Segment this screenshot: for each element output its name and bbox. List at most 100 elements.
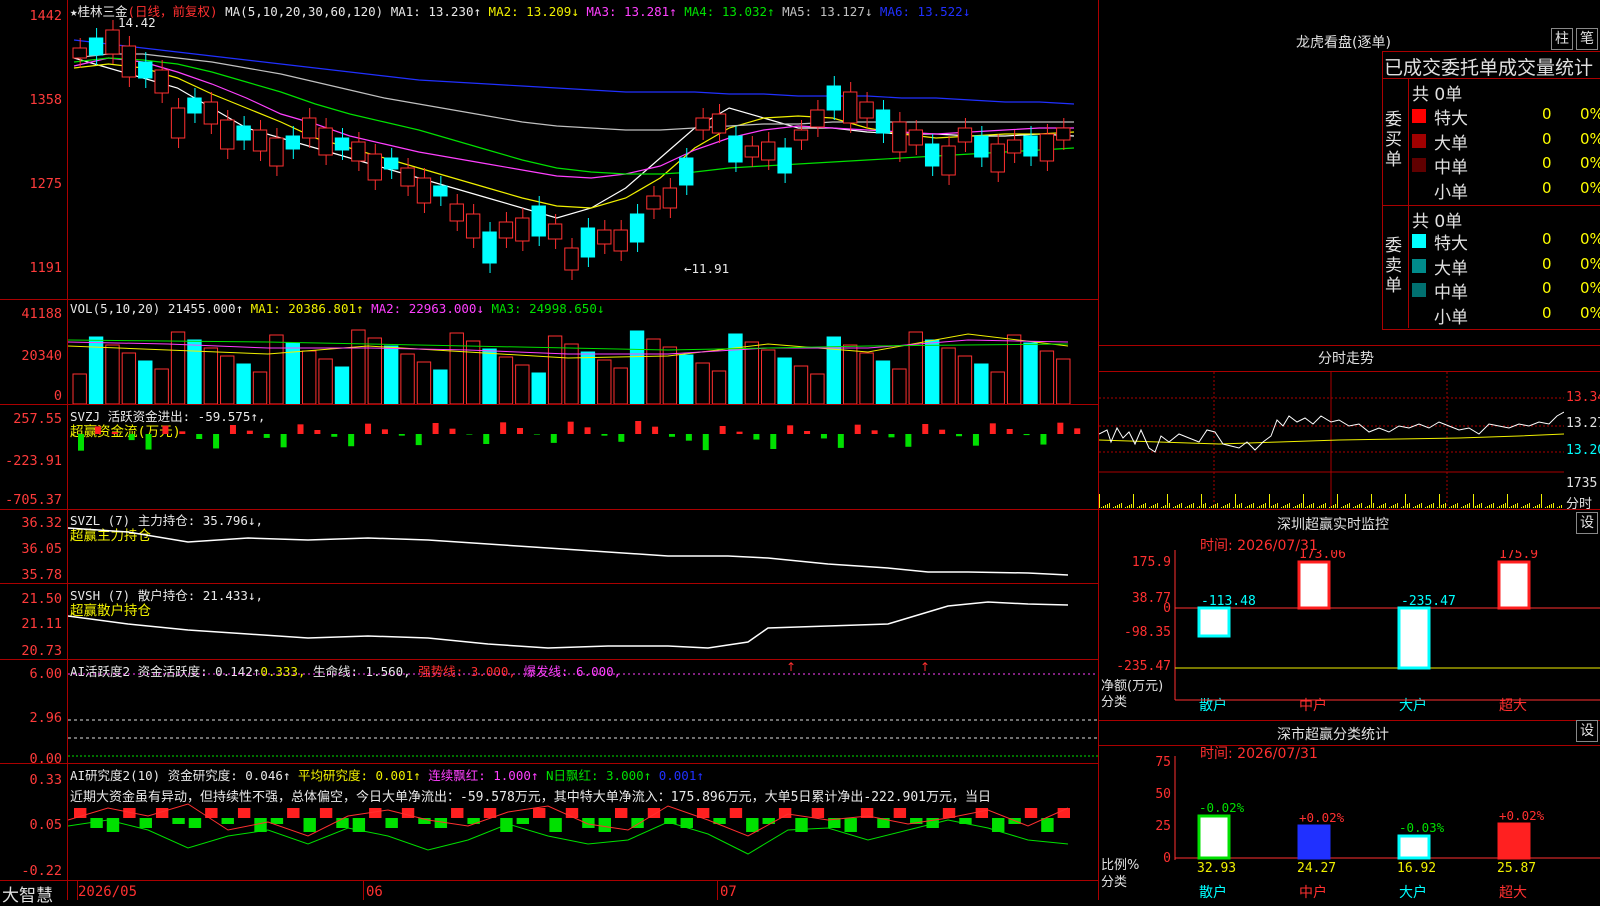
intraday-vol-bar: [1463, 506, 1464, 508]
sz-settings-button[interactable]: 设: [1576, 512, 1598, 534]
cls-chart[interactable]: 75 50 25 0 -0.02% 32.93 散户 +0.02% 24.27 中户 -0.03% 1…: [1099, 756, 1600, 900]
intraday-vol-bar: [1481, 503, 1482, 508]
intraday-vol-bar: [1145, 503, 1146, 508]
candle-body: [662, 187, 678, 209]
candle-body: [302, 117, 317, 139]
vol-tick: 20340: [21, 348, 62, 364]
ai2-header: AI研究度2(10) 资金研究度: 0.046↑ 平均研究度: 0.001↑ 连…: [70, 768, 704, 783]
intraday-vol-bar: [1261, 505, 1262, 508]
flow-bar: [939, 429, 946, 434]
intraday-vol-bar: [1153, 505, 1154, 508]
intraday-vol-bar: [1431, 504, 1432, 508]
intraday-vol-bar: [1389, 507, 1390, 508]
flow-bar: [449, 428, 456, 434]
candle-body: [597, 229, 612, 245]
volume-bar: [252, 371, 268, 404]
volume-bar: [859, 352, 874, 404]
sell-row: 中单 0 0%: [1412, 278, 1600, 303]
intraday-chart[interactable]: [1099, 372, 1564, 508]
intraday-vol-bar: [1177, 505, 1178, 508]
intraday-vol-bar: [1465, 505, 1466, 508]
flow-bar: [280, 434, 287, 448]
sz-bar: [1197, 606, 1231, 638]
volume-bar: [121, 352, 137, 404]
activity-chart[interactable]: ↑ ↑: [68, 660, 1098, 763]
research-bar: [172, 818, 185, 824]
candle-body: [351, 141, 366, 162]
tick-mode-button[interactable]: 笔: [1576, 28, 1598, 50]
color-swatch: [1412, 109, 1426, 123]
intraday-vol-bar: [1383, 504, 1384, 508]
row-count: 0: [1542, 178, 1552, 197]
retail-holding-chart[interactable]: [68, 586, 1098, 658]
candle-body: [908, 129, 923, 146]
intraday-vol-bar: [1205, 503, 1206, 508]
candle-body: [220, 119, 235, 150]
intraday-vol-bar: [1357, 505, 1358, 508]
candle-body: [728, 135, 743, 163]
intraday-vol-bar: [1353, 507, 1354, 508]
research-bar: [237, 808, 251, 818]
research-bar: [303, 818, 316, 832]
cls-settings-button[interactable]: 设: [1576, 720, 1598, 742]
intraday-vol-bar: [1439, 494, 1440, 508]
intraday-vol-bar: [1179, 504, 1180, 508]
dragon-tiger-title: 龙虎看盘(逐单): [1296, 35, 1391, 51]
candle-body: [892, 121, 907, 153]
cls-change: +0.02%: [1299, 810, 1345, 825]
intraday-vol-bar: [1175, 506, 1176, 508]
intraday-vol-bar: [1251, 504, 1252, 508]
sz-tick: -98.35: [1124, 625, 1171, 640]
flow-bar: [668, 434, 675, 437]
intraday-vol-bar: [1313, 503, 1314, 508]
research-bar: [893, 808, 907, 818]
ma-line: [73, 53, 1074, 131]
buy-row: 特大 0 0%: [1412, 104, 1600, 129]
flow-bar: [381, 429, 388, 434]
flow-bar: [770, 434, 777, 449]
candle-body: [88, 37, 104, 56]
research-chart[interactable]: [68, 800, 1098, 880]
intraday-vol-bar: [1305, 507, 1306, 508]
row-percent: 0%: [1580, 279, 1600, 297]
intraday-vol-bar: [1139, 506, 1140, 508]
fund-flow-chart[interactable]: [68, 406, 1098, 508]
divider: [363, 880, 364, 900]
volume-bar: [170, 331, 186, 404]
color-swatch: [1412, 283, 1426, 297]
bar-mode-button[interactable]: 柱: [1551, 28, 1573, 50]
sz-monitor-chart[interactable]: 175.938.770-98.35-235.47-113.48173.06-23…: [1099, 550, 1600, 722]
intraday-vol-bar: [1397, 503, 1398, 508]
sell-row: 大单 0 0%: [1412, 254, 1600, 279]
flow-bar: [365, 423, 372, 434]
divider: [717, 880, 718, 900]
candle-body: [515, 217, 530, 242]
divider: [1098, 345, 1600, 346]
flow-bar: [94, 426, 101, 434]
intraday-vol-bar: [1417, 505, 1418, 508]
intraday-vol-bar: [1441, 505, 1442, 508]
color-swatch: [1412, 234, 1426, 248]
volume-chart[interactable]: [68, 316, 1098, 404]
intraday-vol-bar: [1229, 503, 1230, 508]
intraday-vol-bar: [1293, 507, 1294, 508]
candle-body: [810, 109, 825, 128]
cls-bar: [1397, 834, 1431, 860]
research-bar: [336, 818, 349, 828]
row-name: 特大: [1434, 234, 1468, 254]
volume-bar: [351, 329, 366, 404]
intraday-vol-bar: [1319, 506, 1320, 508]
research-bar: [385, 818, 398, 828]
intraday-tick: 13.34: [1566, 390, 1600, 405]
flow-bar: [719, 426, 726, 434]
intraday-vol-bar: [1547, 506, 1548, 508]
volume-bar: [531, 372, 546, 404]
flow-bar: [246, 430, 253, 434]
candlestick-chart[interactable]: [68, 18, 1098, 298]
color-swatch: [1412, 133, 1426, 148]
volume-bar: [416, 361, 432, 404]
main-holding-chart[interactable]: [68, 512, 1098, 582]
ai2-tick: -0.22: [21, 863, 62, 879]
row-name: 中单: [1434, 283, 1468, 303]
candle-body: [924, 143, 940, 167]
